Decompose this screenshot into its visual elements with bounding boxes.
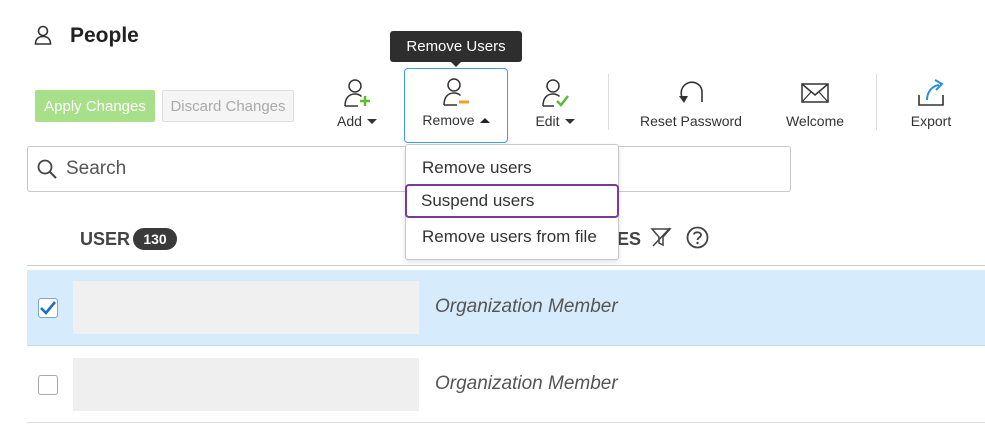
chevron-down-icon: [366, 118, 377, 124]
person-icon: [34, 25, 52, 45]
row-checkbox[interactable]: [38, 298, 58, 318]
checkmark-icon: [40, 301, 57, 315]
toolbar-divider: [876, 74, 877, 130]
user-remove-icon: [442, 77, 470, 107]
welcome-label: Welcome: [785, 113, 845, 129]
filter-off-icon[interactable]: [650, 226, 672, 248]
menu-item-remove-users[interactable]: Remove users: [406, 151, 618, 185]
apply-changes-button[interactable]: Apply Changes: [35, 90, 155, 122]
discard-changes-button[interactable]: Discard Changes: [162, 90, 294, 122]
export-icon: [916, 78, 946, 108]
menu-item-suspend-users[interactable]: Suspend users: [405, 184, 619, 218]
tooltip-arrow: [450, 61, 462, 67]
remove-dropdown-menu: Remove users Suspend users Remove users …: [405, 144, 619, 260]
user-column-header[interactable]: USER: [80, 229, 130, 250]
roles-column-header[interactable]: ES: [617, 229, 641, 250]
remove-users-tooltip: Remove Users: [390, 31, 522, 62]
role-cell: Organization Member: [435, 373, 618, 394]
menu-item-remove-users-from-file[interactable]: Remove users from file: [406, 220, 618, 254]
role-cell: Organization Member: [435, 296, 618, 317]
remove-user-button[interactable]: Remove: [404, 68, 508, 143]
edit-label: Edit: [535, 113, 560, 129]
page-title: People: [70, 24, 139, 47]
search-input[interactable]: [66, 149, 396, 189]
remove-label: Remove: [422, 112, 475, 128]
edit-user-button[interactable]: Edit: [525, 78, 585, 130]
reset-password-label: Reset Password: [640, 113, 742, 129]
user-name-cell: [73, 358, 419, 411]
export-button[interactable]: Export: [900, 78, 962, 130]
search-icon: [37, 159, 57, 179]
user-edit-icon: [541, 78, 569, 108]
row-checkbox[interactable]: [38, 375, 58, 395]
table-row[interactable]: Organization Member: [27, 270, 985, 346]
user-count-badge: 130: [133, 228, 177, 250]
toolbar-divider: [608, 74, 609, 130]
add-label: Add: [337, 113, 362, 129]
chevron-down-icon: [564, 118, 575, 124]
table-header-divider: [27, 265, 985, 266]
chevron-up-icon: [479, 117, 490, 123]
welcome-button[interactable]: Welcome: [780, 78, 850, 130]
undo-arrow-icon: [675, 78, 707, 108]
table-row[interactable]: Organization Member: [27, 347, 985, 423]
user-name-cell: [73, 281, 419, 334]
help-icon[interactable]: [686, 226, 709, 249]
add-user-button[interactable]: Add: [330, 78, 384, 130]
export-label: Export: [910, 113, 952, 129]
reset-password-button[interactable]: Reset Password: [636, 78, 746, 130]
user-add-icon: [343, 78, 371, 108]
envelope-icon: [800, 78, 830, 108]
